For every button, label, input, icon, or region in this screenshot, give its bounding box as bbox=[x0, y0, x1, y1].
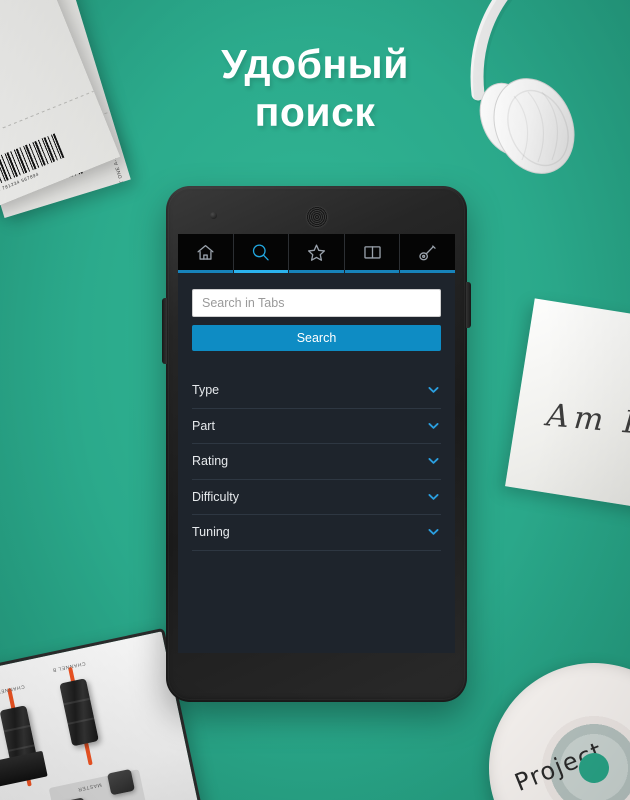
filter-label: Part bbox=[192, 418, 215, 433]
filter-row-type[interactable]: Type bbox=[192, 373, 441, 409]
compact-disc: Project bbox=[478, 652, 630, 800]
filter-row-difficulty[interactable]: Difficulty bbox=[192, 480, 441, 515]
headline-line-1: Удобный bbox=[221, 41, 409, 87]
phone-screen: Search Type Part Rating Difficulty bbox=[178, 234, 455, 653]
search-icon bbox=[253, 243, 270, 261]
tab-search[interactable] bbox=[233, 234, 290, 273]
app-tab-bar bbox=[178, 234, 455, 273]
tab-tools[interactable] bbox=[400, 234, 455, 273]
search-input[interactable] bbox=[192, 289, 441, 317]
filter-row-rating[interactable]: Rating bbox=[192, 444, 441, 480]
chord-note-paper: Am F bbox=[505, 298, 630, 510]
filter-label: Type bbox=[192, 383, 220, 398]
search-section: Search bbox=[178, 273, 455, 351]
headline-line-2: поиск bbox=[254, 89, 376, 135]
chord-note-text: Am F bbox=[545, 397, 630, 443]
cd-label-text: Project bbox=[510, 736, 608, 797]
phone-power-button[interactable] bbox=[466, 282, 471, 328]
front-camera-icon bbox=[210, 212, 217, 219]
chevron-down-icon bbox=[428, 493, 439, 500]
star-icon bbox=[307, 243, 326, 261]
home-icon bbox=[197, 244, 214, 260]
phone-volume-button[interactable] bbox=[162, 298, 167, 364]
page-title: Удобный поиск bbox=[0, 40, 630, 136]
chevron-down-icon bbox=[428, 529, 439, 536]
chevron-down-icon bbox=[428, 387, 439, 394]
tab-favorites[interactable] bbox=[289, 234, 345, 273]
book-icon bbox=[363, 245, 381, 259]
search-button[interactable]: Search bbox=[192, 325, 441, 351]
earpiece-speaker-icon bbox=[305, 206, 328, 228]
guitar-icon bbox=[419, 244, 436, 260]
phone-mockup: Search Type Part Rating Difficulty bbox=[162, 186, 471, 702]
filter-list: Type Part Rating Difficulty Tuning bbox=[178, 373, 455, 551]
chevron-down-icon bbox=[428, 422, 439, 429]
filter-label: Rating bbox=[192, 454, 229, 469]
tab-indicator-strip bbox=[178, 270, 455, 273]
filter-row-tuning[interactable]: Tuning bbox=[192, 515, 441, 551]
fader-a-label: CHANNEL A bbox=[0, 683, 26, 696]
tab-home[interactable] bbox=[178, 234, 234, 273]
fader-cap-b bbox=[59, 678, 99, 747]
chevron-down-icon bbox=[428, 458, 439, 465]
filter-row-part[interactable]: Part bbox=[192, 409, 441, 444]
promo-screenshot: ADMIT ONE A-12 RADIOHEAD SPECIAL GUEST K… bbox=[0, 0, 630, 800]
filter-label: Tuning bbox=[192, 525, 230, 540]
tab-library[interactable] bbox=[344, 234, 401, 273]
filter-label: Difficulty bbox=[192, 489, 240, 504]
